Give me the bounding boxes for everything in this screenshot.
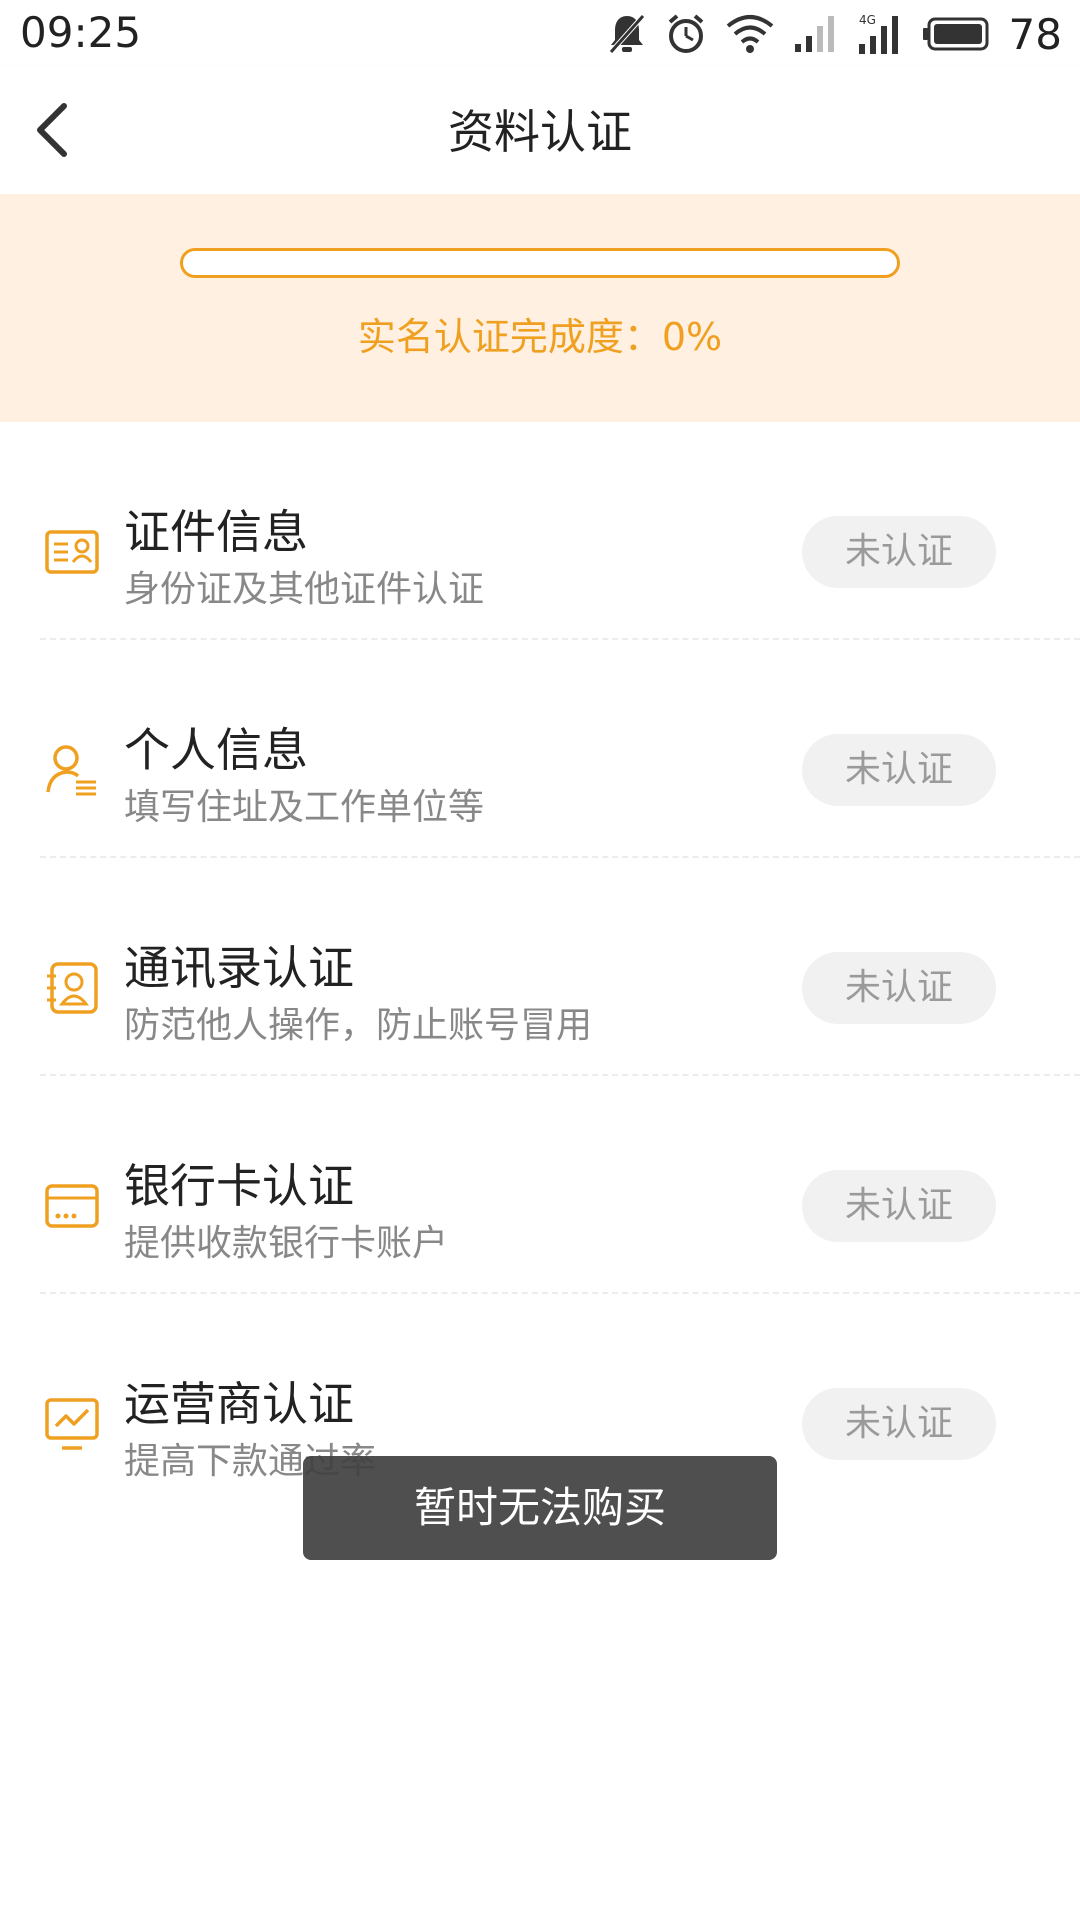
person-info-icon [44, 742, 100, 798]
progress-banner: 实名认证完成度：0% [0, 194, 1080, 422]
auth-item-title: 银行卡认证 [124, 1159, 354, 1213]
id-card-icon [44, 524, 100, 580]
alarm-icon [665, 12, 707, 56]
status-icons: 4G 78 [607, 6, 1062, 62]
carrier-monitor-icon [44, 1396, 100, 1452]
auth-item-description: 身份证及其他证件认证 [124, 569, 485, 610]
battery-percent: 78 [1008, 9, 1062, 59]
auth-item-description: 填写住址及工作单位等 [124, 787, 485, 828]
auth-item-id[interactable]: 证件信息 身份证及其他证件认证 未认证 [0, 422, 1080, 640]
title-bar: 资料认证 [0, 66, 1080, 194]
progress-label: 实名认证完成度：0% [357, 315, 723, 359]
auth-item-title: 个人信息 [124, 723, 308, 777]
auth-item-personal[interactable]: 个人信息 填写住址及工作单位等 未认证 [0, 640, 1080, 858]
auth-item-bank-card[interactable]: 银行卡认证 提供收款银行卡账户 未认证 [0, 1076, 1080, 1294]
mute-icon [607, 12, 647, 56]
auth-list: 证件信息 身份证及其他证件认证 未认证 个人信息 填写住址及工作单位等 未认证 [0, 422, 1080, 1512]
auth-item-title: 通讯录认证 [124, 941, 354, 995]
auth-item-title: 运营商认证 [124, 1377, 354, 1431]
signal-icon [793, 14, 839, 54]
battery-icon [922, 16, 991, 52]
contacts-icon [44, 960, 100, 1016]
auth-item-contacts[interactable]: 通讯录认证 防范他人操作，防止账号冒用 未认证 [0, 858, 1080, 1076]
status-bar: 09:25 4G 78 [0, 0, 1080, 66]
status-badge[interactable]: 未认证 [802, 952, 996, 1024]
signal-4g-icon: 4G [857, 12, 905, 56]
auth-item-description: 防范他人操作，防止账号冒用 [124, 1005, 593, 1046]
toast-message: 暂时无法购买 [303, 1456, 777, 1560]
svg-text:4G: 4G [859, 13, 876, 27]
status-badge[interactable]: 未认证 [802, 1170, 996, 1242]
auth-item-title: 证件信息 [124, 505, 308, 559]
page-title: 资料认证 [448, 105, 632, 159]
status-badge[interactable]: 未认证 [802, 516, 996, 588]
auth-item-description: 提供收款银行卡账户 [124, 1223, 449, 1264]
bank-card-icon [44, 1178, 100, 1234]
status-badge[interactable]: 未认证 [802, 1388, 996, 1460]
wifi-icon [725, 12, 775, 56]
status-time: 09:25 [20, 8, 142, 57]
progress-bar [180, 248, 900, 278]
status-badge[interactable]: 未认证 [802, 734, 996, 806]
